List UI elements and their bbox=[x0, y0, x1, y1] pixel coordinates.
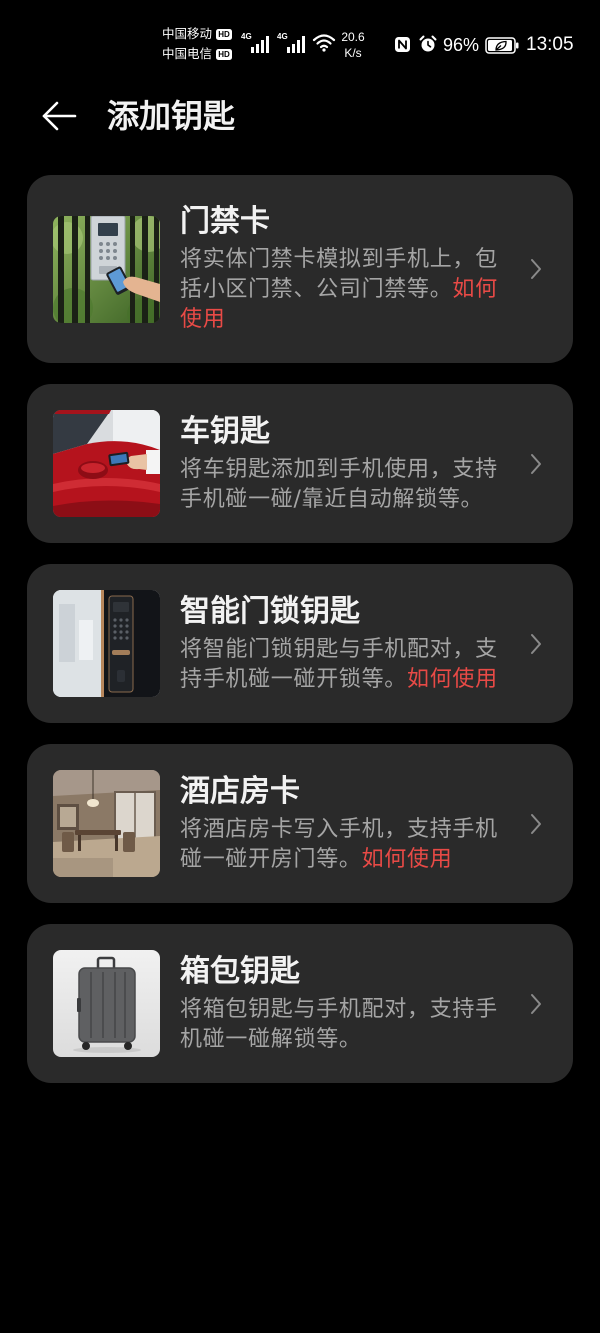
carrier-info: 中国移动 HD 中国电信 HD bbox=[162, 24, 233, 64]
card-title: 门禁卡 bbox=[180, 204, 270, 239]
chevron-right-icon bbox=[531, 259, 541, 279]
nfc-icon bbox=[395, 37, 410, 52]
chevron-right-icon bbox=[531, 993, 541, 1014]
network-speed: 20.6 K/s bbox=[336, 29, 370, 61]
signal-bars-icon bbox=[287, 36, 305, 53]
signal-bars-icon bbox=[251, 36, 269, 53]
smart-lock-photo bbox=[53, 590, 160, 697]
back-button[interactable] bbox=[36, 94, 82, 138]
card-title: 箱包钥匙 bbox=[180, 953, 300, 989]
card-description: 将智能门锁钥匙与手机配对，支持手机碰一碰开锁等。如何使用 bbox=[180, 635, 505, 695]
clock-time: 13:05 bbox=[526, 34, 574, 55]
carrier-row: 中国移动 HD bbox=[162, 24, 233, 44]
key-card-car-key[interactable]: 车钥匙 将车钥匙添加到手机使用，支持手机碰一碰/靠近自动解锁等。 bbox=[27, 384, 573, 543]
car-key-photo-graphic bbox=[53, 410, 160, 517]
card-description: 将车钥匙添加到手机使用，支持手机碰一碰/靠近自动解锁等。 bbox=[180, 455, 505, 515]
key-card-luggage[interactable]: 箱包钥匙 将箱包钥匙与手机配对，支持手机碰一碰解锁等。 bbox=[27, 924, 573, 1083]
carrier-row: 中国电信 HD bbox=[162, 44, 233, 64]
card-description: 将酒店房卡写入手机，支持手机碰一碰开房门等。如何使用 bbox=[180, 815, 505, 875]
door-access-photo bbox=[53, 215, 160, 323]
card-description-text: 将箱包钥匙与手机配对，支持手机碰一碰解锁等。 bbox=[180, 996, 498, 1052]
how-to-use-link[interactable]: 如何使用 bbox=[362, 847, 453, 872]
card-description-text: 将车钥匙添加到手机使用，支持手机碰一碰/靠近自动解锁等。 bbox=[180, 456, 498, 512]
key-type-list: 门禁卡 将实体门禁卡模拟到手机上，包括小区门禁、公司门禁等。如何使用 车钥匙 将… bbox=[27, 175, 573, 1083]
luggage-photo-graphic bbox=[53, 950, 160, 1057]
wifi-icon bbox=[312, 34, 336, 52]
key-card-smart-lock[interactable]: 智能门锁钥匙 将智能门锁钥匙与手机配对，支持手机碰一碰开锁等。如何使用 bbox=[27, 564, 573, 723]
smart-lock-photo-graphic bbox=[53, 590, 160, 697]
chevron-right-icon bbox=[531, 453, 541, 474]
carrier-name: 中国电信 bbox=[162, 46, 213, 61]
chevron-right-icon bbox=[531, 633, 541, 654]
hotel-room-photo-graphic bbox=[53, 770, 160, 877]
card-text: 车钥匙 将车钥匙添加到手机使用，支持手机碰一碰/靠近自动解锁等。 bbox=[180, 411, 505, 517]
battery-icon bbox=[485, 37, 519, 54]
hotel-room-photo bbox=[53, 770, 160, 877]
back-arrow-icon bbox=[42, 101, 77, 131]
status-bar: 中国移动 HD 中国电信 HD 4G 4G 20.6 K/s 96% 13:05 bbox=[0, 0, 600, 70]
how-to-use-link[interactable]: 如何使用 bbox=[407, 667, 498, 692]
key-card-hotel-card[interactable]: 酒店房卡 将酒店房卡写入手机，支持手机碰一碰开房门等。如何使用 bbox=[27, 744, 573, 903]
car-key-photo bbox=[53, 410, 160, 517]
network-speed-unit: K/s bbox=[344, 46, 362, 60]
card-title: 车钥匙 bbox=[180, 413, 270, 449]
card-title: 智能门锁钥匙 bbox=[180, 593, 360, 629]
network-speed-value: 20.6 bbox=[341, 30, 365, 44]
card-description-text: 将实体门禁卡模拟到手机上，包括小区门禁、公司门禁等。 bbox=[180, 247, 498, 302]
door-access-photo-graphic bbox=[53, 215, 160, 323]
card-title: 酒店房卡 bbox=[180, 773, 300, 809]
card-text: 门禁卡 将实体门禁卡模拟到手机上，包括小区门禁、公司门禁等。如何使用 bbox=[180, 201, 505, 337]
key-card-access-card[interactable]: 门禁卡 将实体门禁卡模拟到手机上，包括小区门禁、公司门禁等。如何使用 bbox=[27, 175, 573, 363]
hd-badge: HD bbox=[216, 28, 233, 40]
card-text: 箱包钥匙 将箱包钥匙与手机配对，支持手机碰一碰解锁等。 bbox=[180, 951, 505, 1057]
card-text: 智能门锁钥匙 将智能门锁钥匙与手机配对，支持手机碰一碰开锁等。如何使用 bbox=[180, 591, 505, 697]
card-description: 将实体门禁卡模拟到手机上，包括小区门禁、公司门禁等。如何使用 bbox=[180, 245, 505, 335]
card-description: 将箱包钥匙与手机配对，支持手机碰一碰解锁等。 bbox=[180, 995, 505, 1055]
hd-badge: HD bbox=[216, 48, 233, 60]
battery-percent: 96% bbox=[443, 35, 480, 55]
page-title: 添加钥匙 bbox=[107, 97, 236, 135]
alarm-icon bbox=[419, 35, 437, 52]
carrier-name: 中国移动 bbox=[162, 26, 213, 41]
luggage-photo bbox=[53, 950, 160, 1057]
card-text: 酒店房卡 将酒店房卡写入手机，支持手机碰一碰开房门等。如何使用 bbox=[180, 771, 505, 877]
chevron-right-icon bbox=[531, 813, 541, 834]
